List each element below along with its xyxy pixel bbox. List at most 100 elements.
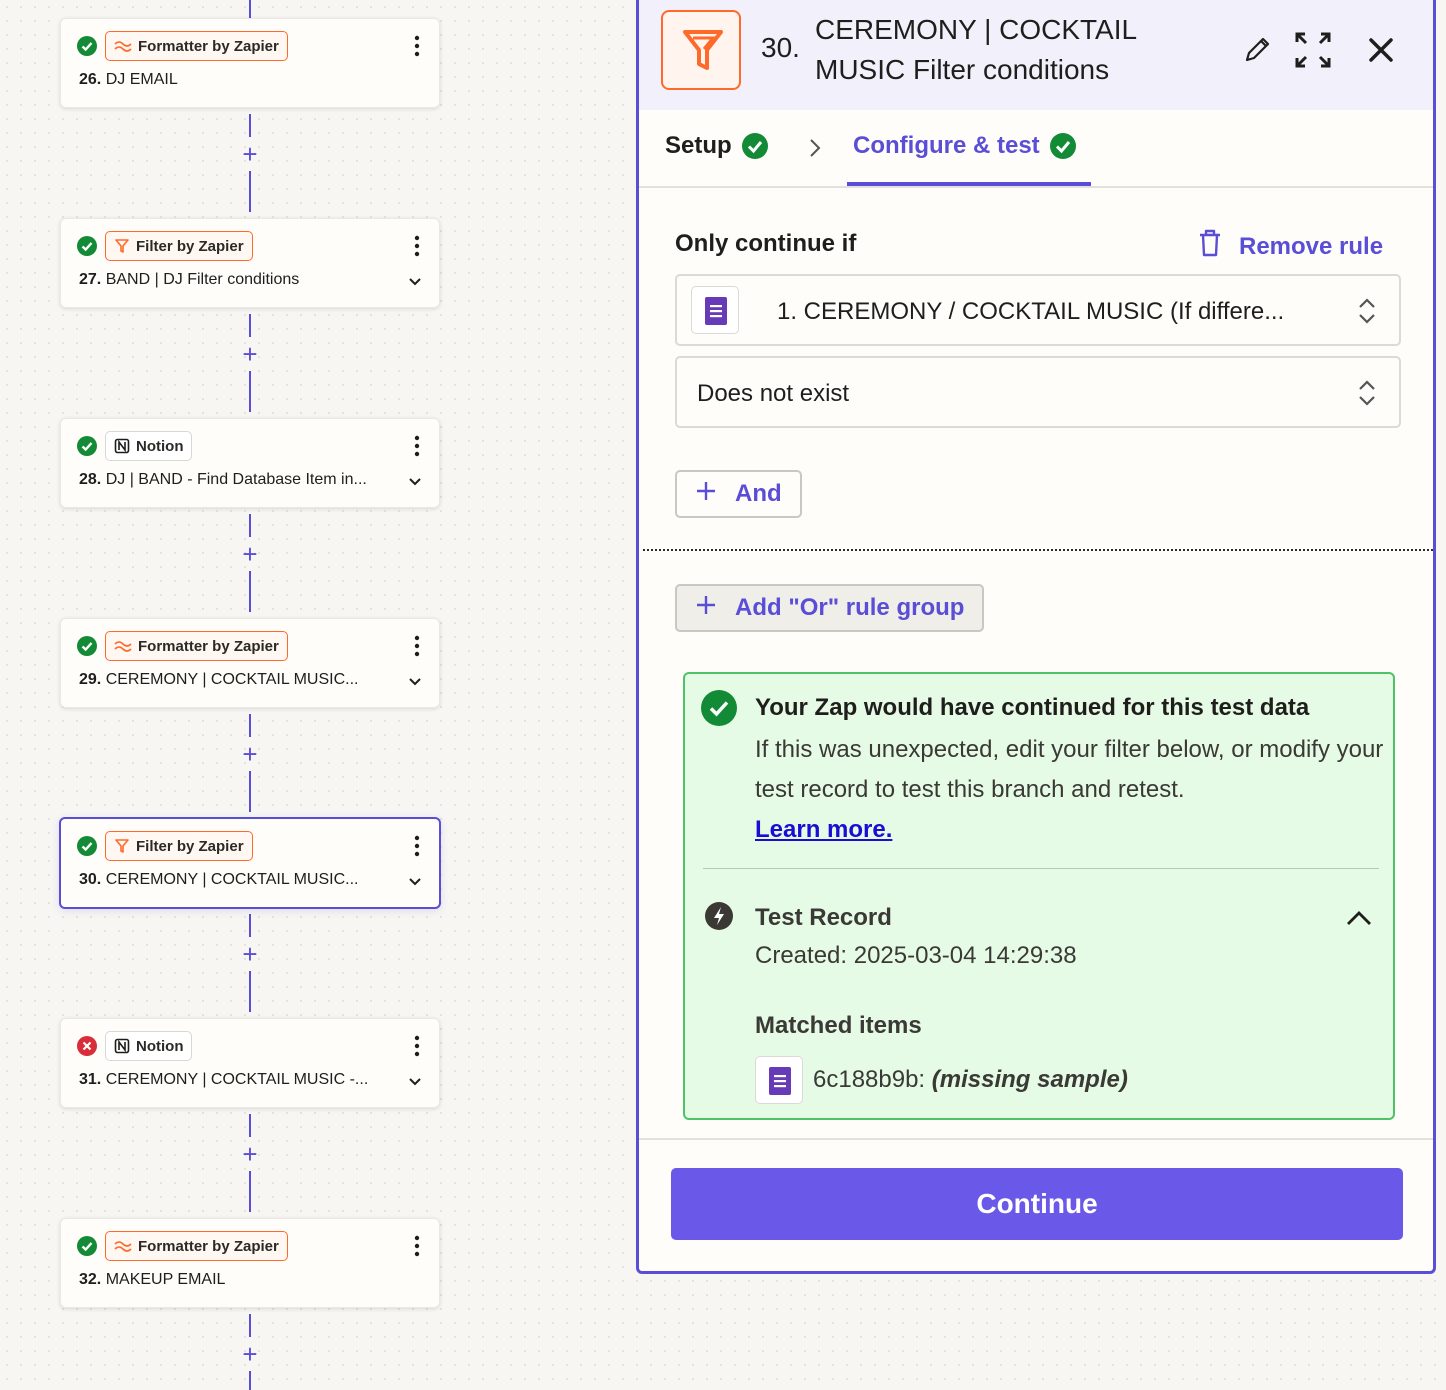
google-forms-icon: [755, 1056, 803, 1104]
matched-items-title: Matched items: [755, 1012, 922, 1039]
connector-line: [249, 714, 251, 737]
step-title: 27. BAND | DJ Filter conditions: [79, 271, 299, 289]
app-name: Formatter by Zapier: [138, 1237, 279, 1255]
more-menu-icon[interactable]: [413, 35, 421, 57]
success-check-icon: [77, 1236, 97, 1256]
step-title-text: DJ | BAND - Find Database Item in...: [105, 471, 367, 488]
result-description: If this was unexpected, edit your filter…: [755, 736, 1384, 803]
step-title-text: BAND | DJ Filter conditions: [105, 271, 300, 288]
success-check-icon: [77, 236, 97, 256]
remove-rule-button[interactable]: Remove rule: [1197, 228, 1383, 265]
matched-item: 6c188b9b: (missing sample): [813, 1066, 1128, 1094]
chevron-down-icon[interactable]: [407, 1075, 423, 1087]
footer-divider: [639, 1138, 1433, 1140]
app-badge: Formatter by Zapier: [105, 631, 288, 661]
tab-label: Setup: [665, 132, 732, 159]
step-title: 32. MAKEUP EMAIL: [79, 1271, 225, 1289]
connector-line: [249, 571, 251, 612]
step-title: 28. DJ | BAND - Find Database Item in...: [79, 471, 367, 489]
add-or-group-label: Add "Or" rule group: [735, 594, 965, 621]
connector-line: [249, 971, 251, 1012]
formatter-icon: [114, 39, 132, 53]
step-number: 31.: [79, 1071, 102, 1088]
step-card-29[interactable]: Formatter by Zapier 29. CEREMONY | COCKTA…: [60, 618, 440, 708]
test-result-box: Your Zap would have continued for this t…: [683, 672, 1395, 1120]
step-number: 26.: [79, 71, 102, 88]
connector-line: [249, 1114, 251, 1137]
field-select-value: 1. CEREMONY / COCKTAIL MUSIC (If differe…: [777, 298, 1285, 325]
condition-select[interactable]: Does not exist: [675, 356, 1401, 428]
bolt-icon: [705, 902, 733, 930]
success-check-icon: [77, 36, 97, 56]
step-card-30[interactable]: Filter by Zapier 30. CEREMONY | COCKTAIL …: [59, 817, 441, 909]
step-card-28[interactable]: Notion 28. DJ | BAND - Find Database Item…: [60, 418, 440, 508]
app-name: Filter by Zapier: [136, 237, 244, 255]
add-and-label: And: [735, 480, 782, 507]
more-menu-icon[interactable]: [413, 235, 421, 257]
add-step-button[interactable]: +: [239, 141, 261, 167]
test-record-created: Created: 2025-03-04 14:29:38: [755, 942, 1077, 969]
tab-configure-test[interactable]: Configure & test: [853, 132, 1076, 160]
notion-icon: [114, 438, 130, 454]
rule-heading: Only continue if: [675, 230, 857, 257]
chevron-updown-icon: [1357, 296, 1377, 333]
success-check-icon: [77, 436, 97, 456]
field-select[interactable]: 1. CEREMONY / COCKTAIL MUSIC (If differe…: [675, 274, 1401, 346]
app-badge: Notion: [105, 1031, 193, 1061]
step-title: 31. CEREMONY | COCKTAIL MUSIC -...: [79, 1071, 368, 1089]
step-title: 29. CEREMONY | COCKTAIL MUSIC...: [79, 671, 358, 689]
add-step-button[interactable]: +: [239, 741, 261, 767]
filter-icon: [114, 838, 130, 854]
connector-line: [249, 114, 251, 137]
more-menu-icon[interactable]: [413, 1035, 421, 1057]
chevron-down-icon[interactable]: [407, 475, 423, 487]
success-check-icon: [77, 636, 97, 656]
chevron-up-icon[interactable]: [1345, 908, 1373, 933]
step-title-text: CEREMONY | COCKTAIL MUSIC...: [105, 671, 359, 688]
learn-more-link[interactable]: Learn more.: [755, 816, 892, 843]
more-menu-icon[interactable]: [413, 635, 421, 657]
step-card-26[interactable]: Formatter by Zapier 26. DJ EMAIL: [60, 18, 440, 108]
step-card-27[interactable]: Filter by Zapier 27. BAND | DJ Filter con…: [60, 218, 440, 308]
test-record-title: Test Record: [755, 904, 892, 931]
add-and-button[interactable]: And: [675, 470, 802, 518]
more-menu-icon[interactable]: [413, 835, 421, 857]
step-card-31[interactable]: Notion 31. CEREMONY | COCKTAIL MUSIC -...: [60, 1018, 440, 1108]
more-menu-icon[interactable]: [413, 435, 421, 457]
add-step-button[interactable]: +: [239, 1341, 261, 1367]
step-card-32[interactable]: Formatter by Zapier 32. MAKEUP EMAIL: [60, 1218, 440, 1308]
expand-icon[interactable]: [1293, 30, 1333, 70]
connector-line: [249, 1314, 251, 1337]
step-title: 26. DJ EMAIL: [79, 71, 178, 89]
chevron-down-icon[interactable]: [407, 675, 423, 687]
step-title-text: MAKEUP EMAIL: [105, 1271, 226, 1288]
app-badge: Filter by Zapier: [105, 231, 253, 261]
condition-select-value: Does not exist: [697, 380, 850, 407]
tab-setup[interactable]: Setup: [665, 132, 768, 160]
step-title-text: CEREMONY | COCKTAIL MUSIC -...: [105, 1071, 369, 1088]
chevron-down-icon[interactable]: [407, 875, 423, 887]
app-name: Filter by Zapier: [136, 837, 244, 855]
step-number: 27.: [79, 271, 102, 288]
app-name: Notion: [136, 1037, 184, 1055]
filter-icon: [114, 238, 130, 254]
check-icon: [1049, 133, 1076, 159]
more-menu-icon[interactable]: [413, 1235, 421, 1257]
close-icon[interactable]: [1361, 30, 1401, 70]
step-title-text: CEREMONY | COCKTAIL MUSIC...: [105, 871, 359, 888]
pencil-icon[interactable]: [1237, 30, 1277, 70]
step-number: 29.: [79, 671, 102, 688]
add-step-button[interactable]: +: [239, 541, 261, 567]
filter-app-icon: [661, 10, 741, 90]
active-tab-indicator: [847, 182, 1091, 186]
chevron-down-icon[interactable]: [407, 275, 423, 287]
add-step-button[interactable]: +: [239, 941, 261, 967]
continue-button[interactable]: Continue: [671, 1168, 1403, 1240]
step-number: 30.: [79, 871, 102, 888]
add-or-group-button[interactable]: Add "Or" rule group: [675, 584, 985, 632]
add-step-button[interactable]: +: [239, 341, 261, 367]
chevron-right-icon: [807, 136, 823, 165]
add-step-button[interactable]: +: [239, 1141, 261, 1167]
panel-header: 30. CEREMONY | COCKTAIL MUSIC Filter con…: [639, 0, 1433, 110]
panel-step-name[interactable]: CEREMONY | COCKTAIL MUSIC Filter conditi…: [815, 10, 1215, 90]
